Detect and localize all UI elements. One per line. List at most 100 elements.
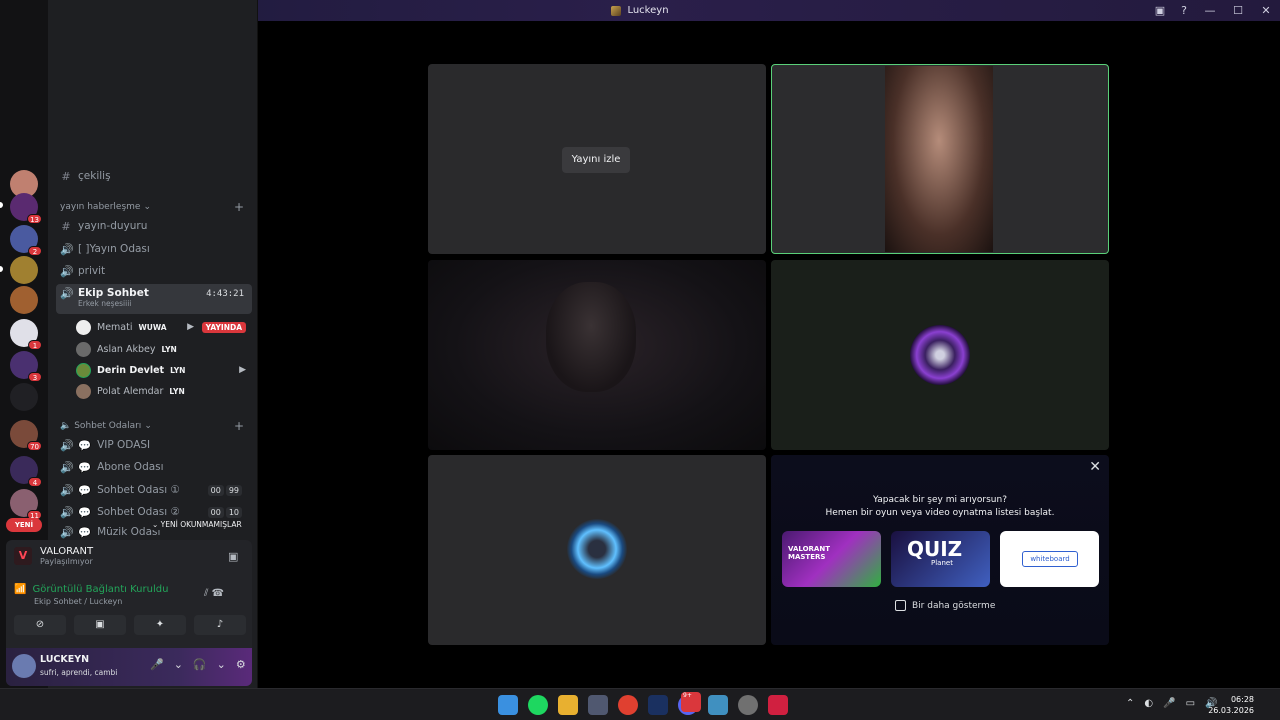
steam-icon[interactable]	[648, 695, 668, 715]
camera-off-button[interactable]: ⊘	[14, 615, 66, 635]
server-icon[interactable]: 13	[10, 193, 42, 224]
microphone-icon[interactable]: 🎤	[150, 658, 164, 671]
connection-status[interactable]: Görüntülü Bağlantı Kuruldu	[32, 584, 168, 595]
microphone-icon[interactable]: 🎤	[1163, 698, 1175, 709]
voice-member[interactable]: Polat Alemdar LYN	[76, 381, 252, 401]
share-screen-button[interactable]: ▣	[74, 615, 126, 635]
activities-button[interactable]: ✦	[134, 615, 186, 635]
avatar	[76, 383, 91, 399]
start-icon[interactable]	[498, 695, 518, 715]
folder-icon[interactable]	[558, 695, 578, 715]
activity-valorant-masters[interactable]: VALORANT MASTERS	[782, 531, 881, 587]
category-yayin[interactable]: yayın haberleşme ⌄ +	[60, 200, 248, 214]
speaker-icon: 🔊	[60, 264, 74, 278]
avatar	[76, 319, 91, 335]
watch-stream-button[interactable]: Yayını izle	[562, 147, 630, 173]
channel-yayin-duyuru[interactable]: # yayın-duyuru	[56, 216, 252, 236]
gear-icon[interactable]: ⚙	[236, 658, 246, 671]
avatar-tile[interactable]	[428, 455, 766, 645]
webcam-feed	[885, 66, 993, 252]
app-icon[interactable]	[708, 695, 728, 715]
activity-label: QUIZ	[907, 537, 963, 561]
spotify-icon[interactable]	[528, 695, 548, 715]
avatar-tile[interactable]	[771, 260, 1109, 450]
valorant-icon: V	[14, 547, 32, 565]
taskbar: 9+ ⌃ ◐ 🎤 ▭ 🔊 06:28 26.03.2026	[0, 688, 1280, 720]
activity-whiteboard[interactable]: whiteboard	[1000, 531, 1099, 587]
server-icon[interactable]: 4	[10, 456, 42, 487]
valorant-icon[interactable]	[768, 695, 788, 715]
screen-share-icon[interactable]: ▣	[228, 550, 238, 563]
video-tile-speaking[interactable]	[771, 64, 1109, 254]
unread-label: YENİ OKUNMAMIŞLAR	[160, 520, 242, 529]
avatar[interactable]	[12, 654, 36, 678]
member-name: Aslan Akbey	[97, 343, 156, 355]
network-icon[interactable]: ▭	[1186, 698, 1195, 709]
server-icon[interactable]: 2	[10, 225, 42, 256]
server-icon[interactable]: 11	[10, 489, 42, 520]
unread-indicator[interactable]: ⌄ YENİ OKUNMAMIŞLAR	[148, 519, 246, 530]
app-icon[interactable]	[738, 695, 758, 715]
channel-privit[interactable]: 🔊 privit	[56, 261, 252, 281]
server-icon[interactable]: 3	[10, 351, 42, 382]
video-grid: Yayını izle ✕ Yapacak bir şey mi arıyors…	[258, 21, 1280, 688]
channel-yayin-odasi[interactable]: 🔊 [ ]Yayın Odası	[56, 239, 252, 259]
noise-suppression-icon[interactable]: ⫽	[204, 588, 208, 599]
game-activity: V VALORANT Paylaşılmıyor ▣	[14, 546, 238, 566]
voice-member[interactable]: Memati WUWA ▶ YAYINDA	[76, 317, 252, 337]
chevron-up-icon[interactable]: ⌃	[1126, 698, 1134, 709]
chevron-down-icon[interactable]: ⌄	[217, 658, 226, 671]
user-name[interactable]: LUCKEYN	[40, 654, 89, 665]
close-icon[interactable]: ✕	[1089, 459, 1101, 475]
member-name: Polat Alemdar	[97, 385, 164, 397]
mention-badge: 3	[28, 372, 42, 382]
stream-tile[interactable]: Yayını izle	[428, 64, 766, 254]
checkbox[interactable]	[895, 600, 906, 611]
headphones-icon[interactable]: 🎧	[193, 658, 207, 671]
channel-ekip-sohbet[interactable]: 🔊 Ekip Sohbet Erkek neşesiiii 4:43:21	[56, 284, 252, 314]
minimize-button[interactable]: —	[1196, 4, 1224, 17]
add-channel-icon[interactable]: +	[234, 200, 244, 214]
server-icon[interactable]	[10, 256, 38, 284]
camera-icon: ▶	[239, 365, 246, 375]
server-icon[interactable]: 70	[10, 420, 42, 451]
member-tag: WUWA	[138, 322, 167, 332]
channel-vip[interactable]: 🔊 💬 VIP ODASI	[56, 435, 252, 455]
maximize-button[interactable]: ☐	[1224, 4, 1252, 17]
channel-sohbet-1[interactable]: 🔊 💬 Sohbet Odası ① 00 99	[56, 480, 252, 500]
close-button[interactable]: ✕	[1252, 4, 1280, 17]
category-sohbet[interactable]: 🔈 Sohbet Odaları ⌄ +	[60, 419, 248, 433]
chevron-down-icon: ⌄	[152, 520, 161, 529]
clock[interactable]: 06:28 26.03.2026	[1208, 694, 1254, 716]
new-badge[interactable]: YENİ	[6, 518, 42, 532]
server-icon[interactable]: 1	[10, 319, 42, 350]
game-status: Paylaşılmıyor	[40, 557, 93, 566]
voice-member[interactable]: Derin Devlet LYN ▶	[76, 360, 252, 380]
activity-quiz-planet[interactable]: QUIZ Planet	[891, 531, 990, 587]
store-icon[interactable]	[588, 695, 608, 715]
server-icon[interactable]	[10, 383, 38, 411]
user-status: sufri, aprendi, cambi	[40, 668, 118, 677]
inbox-icon[interactable]: ▣	[1148, 4, 1172, 17]
notification-badge: 9+	[681, 692, 701, 712]
discord-icon[interactable]: 9+	[678, 692, 701, 715]
chrome-icon[interactable]	[618, 695, 638, 715]
chevron-down-icon[interactable]: ⌄	[174, 658, 183, 671]
steam-tray-icon[interactable]: ◐	[1144, 698, 1153, 709]
server-icon[interactable]	[10, 286, 38, 314]
connection-channel[interactable]: Ekip Sohbet / Luckeyn	[34, 597, 168, 606]
add-channel-icon[interactable]: +	[234, 419, 244, 433]
help-icon[interactable]: ?	[1172, 4, 1196, 17]
video-tile[interactable]	[428, 260, 766, 450]
activity-sub: Planet	[931, 559, 953, 567]
channel-cekilis[interactable]: # çekiliş	[56, 166, 252, 186]
mention-badge: 70	[27, 441, 42, 451]
soundboard-button[interactable]: ♪	[194, 615, 246, 635]
dont-show-checkbox[interactable]: Bir daha gösterme	[895, 600, 995, 611]
channel-abone[interactable]: 🔊 💬 Abone Odası	[56, 457, 252, 477]
disconnect-icon[interactable]: ☎	[212, 588, 224, 599]
hash-icon: #	[61, 169, 71, 183]
voice-member[interactable]: Aslan Akbey LYN	[76, 339, 252, 359]
channel-label: VIP ODASI	[97, 439, 151, 451]
speaker-icon: 🔊	[60, 287, 74, 300]
